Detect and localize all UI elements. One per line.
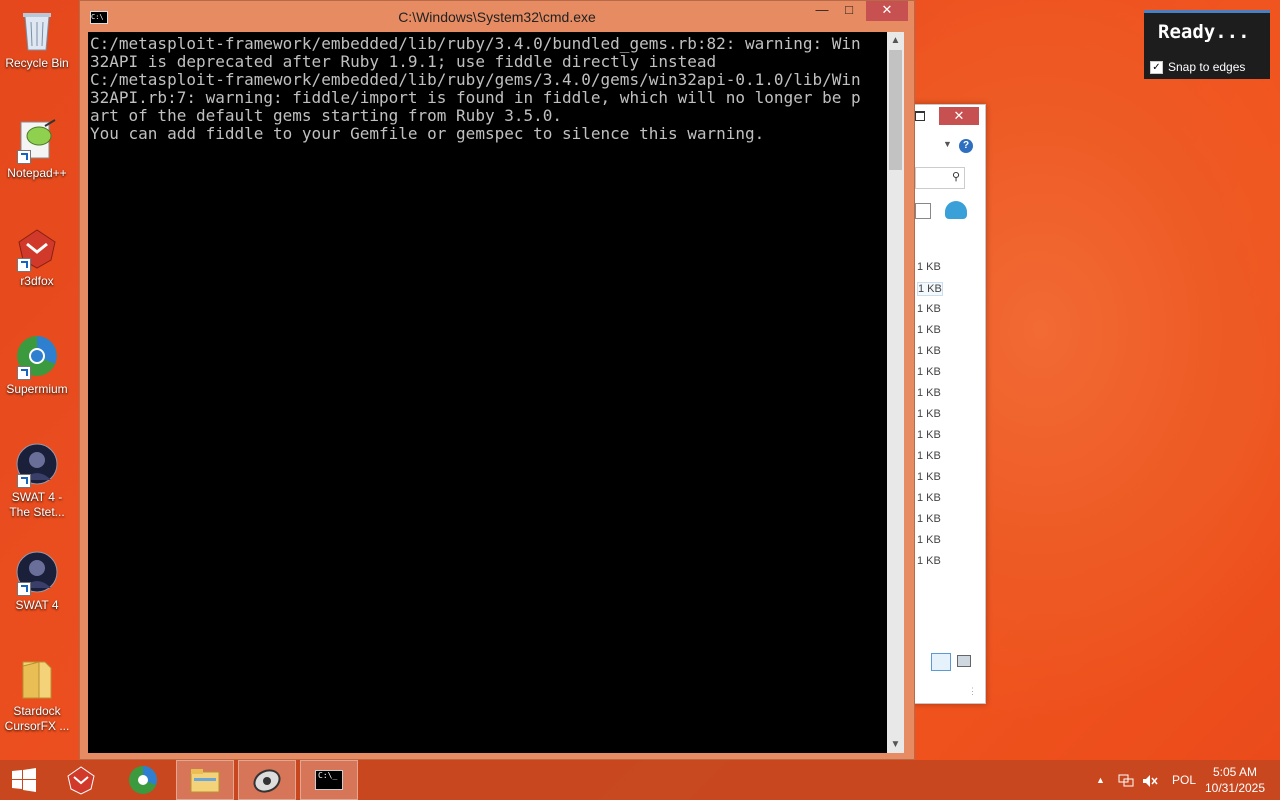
cmd-window[interactable]: C:\ C:\Windows\System32\cmd.exe — □ ✕ C:… <box>79 0 915 760</box>
shortcut-arrow-icon <box>17 150 31 164</box>
details-view-icon[interactable] <box>931 653 951 671</box>
maximize-button[interactable]: □ <box>832 1 866 21</box>
desktop-icon-cursorfx[interactable]: Stardock CursorFX ... <box>0 656 74 734</box>
desktop-icon-swat4[interactable]: SWAT 4 <box>0 550 74 613</box>
recycle-bin-icon <box>15 8 59 52</box>
scrollbar-thumb[interactable] <box>889 50 902 170</box>
shell-icon[interactable] <box>945 201 967 219</box>
notepadpp-icon <box>15 118 59 164</box>
help-icon[interactable]: ? <box>959 139 973 153</box>
file-size: 1 KB <box>917 555 941 567</box>
shortcut-arrow-icon <box>17 474 31 488</box>
cmd-app-icon: C:\_ <box>315 770 343 790</box>
taskbar-r3dfox[interactable] <box>52 760 110 800</box>
file-size: 1 KB <box>917 303 941 315</box>
file-size: 1 KB <box>917 345 941 357</box>
desktop-icon-notepadpp[interactable]: Notepad++ <box>0 118 74 181</box>
clock-date: 10/31/2025 <box>1204 781 1266 795</box>
desktop-icon-recycle-bin[interactable]: Recycle Bin <box>0 8 74 71</box>
volume-icon[interactable] <box>1142 760 1158 800</box>
shortcut-arrow-icon <box>17 258 31 272</box>
console-area[interactable]: C:/metasploit-framework/embedded/lib/rub… <box>88 32 904 753</box>
desktop-icon-label: Stardock CursorFX ... <box>4 704 70 733</box>
window-title: C:\Windows\System32\cmd.exe <box>398 9 596 25</box>
file-size: 1 KB <box>917 324 941 336</box>
start-button[interactable] <box>0 760 48 800</box>
resize-grip-icon[interactable]: ⋮ <box>968 686 977 697</box>
swat4-game-icon <box>253 769 281 793</box>
r3dfox-icon <box>67 766 95 795</box>
desktop-icon-r3dfox[interactable]: r3dfox <box>0 226 74 289</box>
swat4-game-icon <box>15 550 59 596</box>
scroll-up-icon[interactable]: ▲ <box>887 32 904 49</box>
explorer-close-button[interactable]: ✕ <box>939 107 979 125</box>
snap-status: Ready... <box>1158 21 1250 43</box>
taskbar-cmd[interactable]: C:\_ <box>300 760 358 800</box>
show-hidden-icons-button[interactable]: ▲ <box>1096 760 1105 800</box>
snap-checkbox[interactable]: ✓ <box>1150 61 1163 74</box>
desktop-icon-label: Recycle Bin <box>5 56 69 70</box>
supermium-icon <box>15 334 59 380</box>
clock[interactable]: 5:05 AM 10/31/2025 <box>1200 764 1270 796</box>
desktop-icon-swat4-stetchkov[interactable]: SWAT 4 - The Stet... <box>0 442 74 520</box>
language-indicator[interactable]: POL <box>1172 760 1196 800</box>
folder-icon <box>190 769 220 793</box>
search-icon: ⚲ <box>951 171 960 183</box>
scroll-down-icon[interactable]: ▼ <box>887 736 904 753</box>
supermium-icon <box>129 766 157 794</box>
cmd-titlebar[interactable]: C:\ C:\Windows\System32\cmd.exe — □ ✕ <box>80 1 914 32</box>
file-size: 1 KB <box>917 450 941 462</box>
desktop-icon-label: r3dfox <box>20 274 54 288</box>
thumbnail-view-icon[interactable] <box>957 655 971 667</box>
maximize-icon[interactable] <box>915 111 925 121</box>
taskbar-file-explorer[interactable] <box>176 760 234 800</box>
file-size: 1 KB <box>917 534 941 546</box>
file-size: 1 KB <box>917 366 941 378</box>
vertical-scrollbar[interactable]: ▲ ▼ <box>887 32 904 753</box>
shortcut-arrow-icon <box>17 582 31 596</box>
desktop-icon-label: Supermium <box>6 382 68 396</box>
desktop-icon-label: SWAT 4 <box>15 598 59 612</box>
network-icon[interactable] <box>1118 760 1134 800</box>
shortcut-arrow-icon <box>17 366 31 380</box>
explorer-window[interactable]: ✕ ? ▼ ⚲ 1 KB 1 KB 1 KB 1 KB 1 KB 1 KB 1 … <box>912 104 986 704</box>
folder-icon <box>15 656 59 700</box>
file-size: 1 KB <box>917 408 941 420</box>
explorer-titlebar[interactable]: ✕ <box>913 105 985 129</box>
file-size: 1 KB <box>917 282 943 296</box>
taskbar: C:\_ ▲ POL 5:05 AM 10/31/2025 <box>0 760 1280 800</box>
desktop-icon-label: Notepad++ <box>7 166 67 180</box>
close-button[interactable]: ✕ <box>866 1 908 21</box>
file-size: 1 KB <box>917 513 941 525</box>
console-output: C:/metasploit-framework/embedded/lib/rub… <box>90 35 861 143</box>
taskbar-supermium[interactable] <box>114 760 172 800</box>
desktop-icon-supermium[interactable]: Supermium <box>0 334 74 397</box>
search-box[interactable]: ⚲ <box>915 167 965 189</box>
chevron-down-icon[interactable]: ▼ <box>943 139 952 149</box>
file-size: 1 KB <box>917 261 941 273</box>
file-size: 1 KB <box>917 471 941 483</box>
windows-logo-icon <box>12 768 36 792</box>
snap-popup: Ready... ✓ Snap to edges <box>1144 10 1270 79</box>
clock-time: 5:05 AM <box>1212 765 1258 779</box>
snap-checkbox-label[interactable]: Snap to edges <box>1168 60 1245 74</box>
preview-pane-icon[interactable] <box>915 203 931 219</box>
file-size: 1 KB <box>917 492 941 504</box>
desktop-icon-label: SWAT 4 - The Stet... <box>9 490 65 519</box>
file-size: 1 KB <box>917 387 941 399</box>
r3dfox-icon <box>15 226 59 272</box>
file-size: 1 KB <box>917 429 941 441</box>
swat4-game-icon <box>15 442 59 488</box>
taskbar-swat4[interactable] <box>238 760 296 800</box>
